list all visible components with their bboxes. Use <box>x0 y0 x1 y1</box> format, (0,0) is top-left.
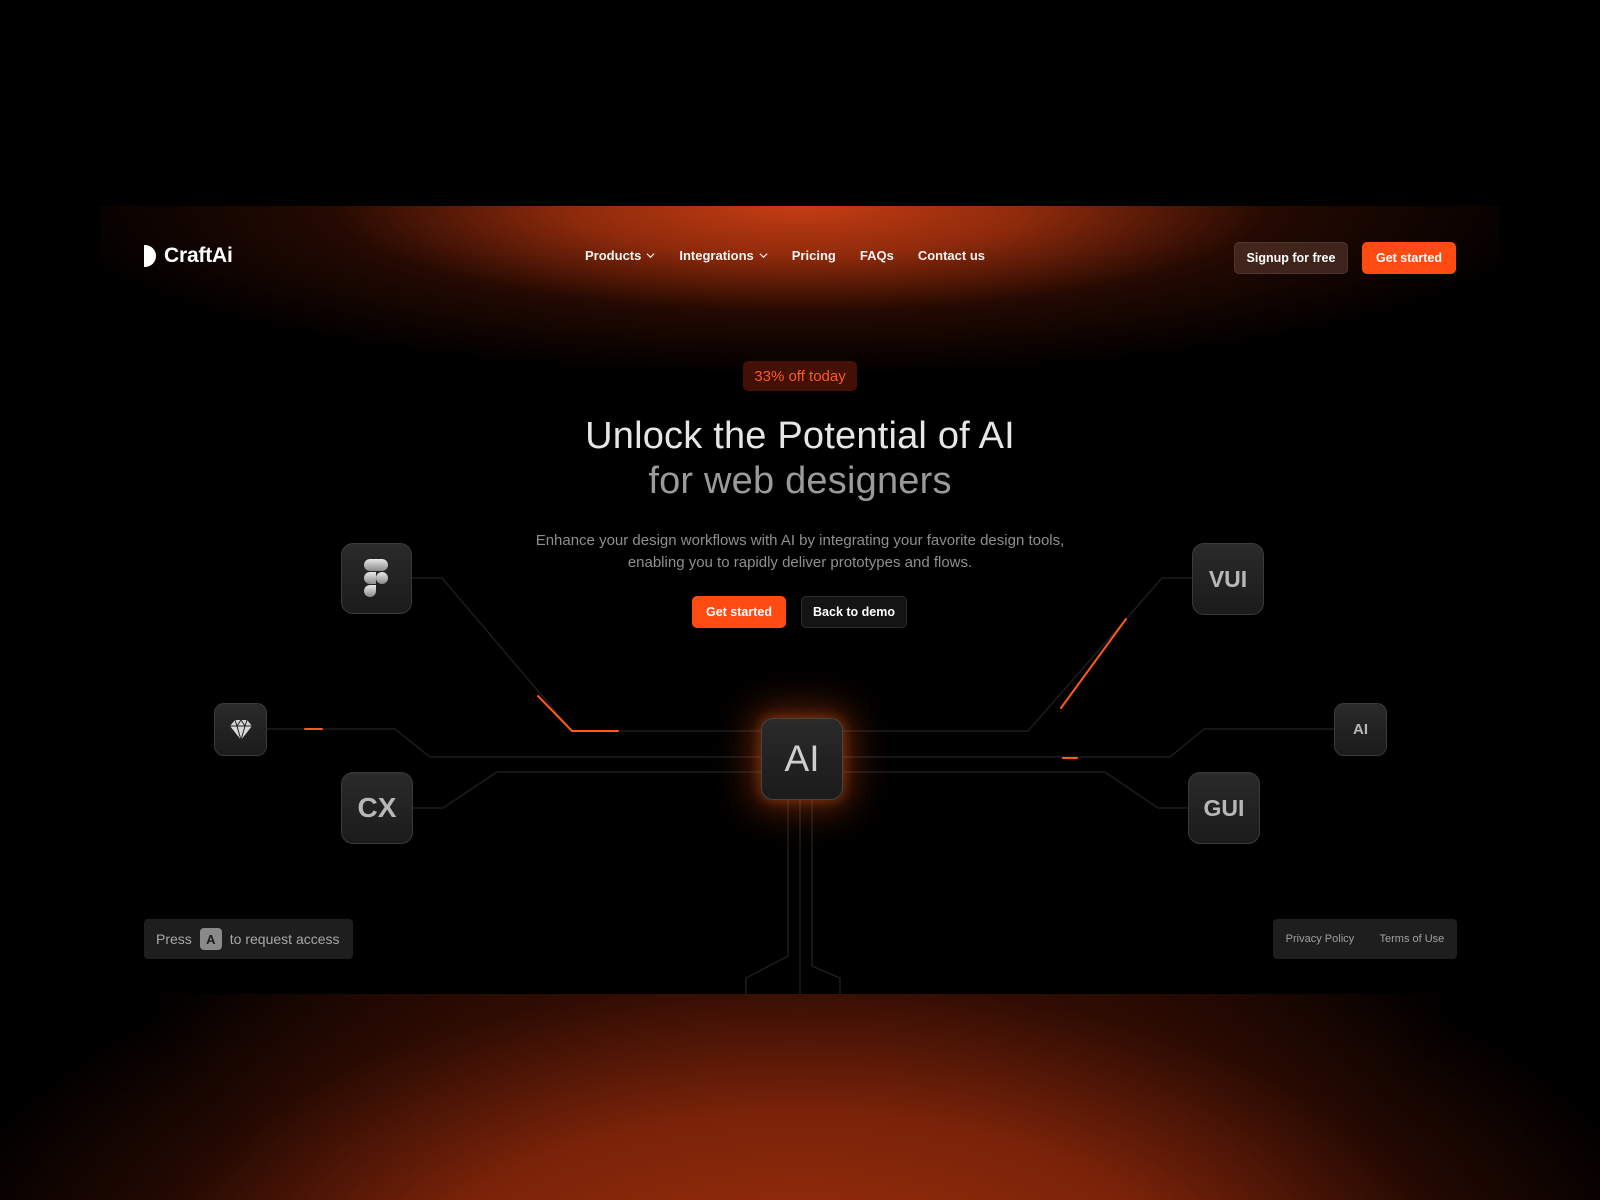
privacy-policy-link[interactable]: Privacy Policy <box>1286 933 1354 945</box>
circuit-lines <box>267 577 1334 994</box>
trace-sketch <box>267 728 761 758</box>
trace-vui <box>843 577 1192 732</box>
trace-down-left <box>745 800 789 994</box>
gui-tile[interactable]: GUI <box>1188 772 1260 844</box>
trace-ai-right <box>843 728 1334 758</box>
vui-tile[interactable]: VUI <box>1192 543 1264 615</box>
ai-small-tile[interactable]: AI <box>1334 703 1387 756</box>
terms-of-use-link[interactable]: Terms of Use <box>1380 933 1445 945</box>
figma-icon <box>363 558 388 597</box>
ai-core-tile[interactable]: AI <box>761 718 843 800</box>
pulse-figma <box>537 695 619 732</box>
cx-tile[interactable]: CX <box>341 772 413 844</box>
website-frame: CraftAi Products Integrations Pricing FA… <box>100 206 1500 994</box>
legal-links: Privacy Policy Terms of Use <box>1273 919 1457 959</box>
keyboard-key: A <box>199 928 222 950</box>
trace-gui <box>843 771 1188 809</box>
press-suffix: to request access <box>229 931 340 947</box>
request-access-hint[interactable]: Press A to request access <box>144 919 353 959</box>
trace-cx <box>413 771 761 809</box>
sketch-icon <box>229 718 252 741</box>
figma-tile[interactable] <box>341 543 412 614</box>
trace-down-right <box>811 800 841 994</box>
trace-figma <box>412 577 761 732</box>
pulse-vui <box>1060 618 1127 709</box>
sketch-tile[interactable] <box>214 703 267 756</box>
press-prefix: Press <box>156 931 192 947</box>
